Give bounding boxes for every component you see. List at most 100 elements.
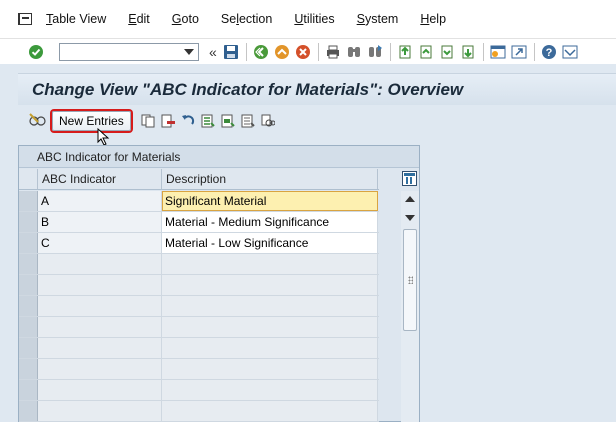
standard-toolbar: « ? bbox=[0, 38, 616, 64]
abc-indicator-cell[interactable] bbox=[38, 296, 162, 316]
menu-utilities[interactable]: Utilities bbox=[294, 12, 334, 26]
abc-indicator-cell[interactable] bbox=[38, 380, 162, 400]
save-icon[interactable] bbox=[223, 44, 239, 60]
abc-indicator-cell[interactable] bbox=[38, 338, 162, 358]
menu-bar: Table View Edit Goto Selection Utilities… bbox=[0, 0, 616, 38]
abc-indicator-cell[interactable] bbox=[38, 359, 162, 379]
row-selector[interactable] bbox=[19, 317, 38, 337]
empty-table-row bbox=[19, 338, 379, 359]
vertical-scrollbar[interactable] bbox=[401, 191, 419, 422]
enter-icon[interactable] bbox=[28, 44, 44, 60]
description-cell[interactable]: Significant Material bbox=[162, 191, 378, 211]
empty-table-row bbox=[19, 275, 379, 296]
toolbar-separator bbox=[482, 42, 484, 61]
column-header-abc-indicator[interactable]: ABC Indicator bbox=[38, 169, 162, 189]
copy-as-icon[interactable] bbox=[141, 114, 155, 128]
system-menu-icon[interactable] bbox=[18, 13, 32, 25]
column-header-description[interactable]: Description bbox=[162, 169, 378, 189]
empty-table-row bbox=[19, 254, 379, 275]
empty-table-row bbox=[19, 317, 379, 338]
shortcut-icon[interactable] bbox=[511, 44, 527, 60]
chevron-down-icon[interactable] bbox=[184, 48, 194, 55]
customize-layout-icon[interactable] bbox=[562, 44, 578, 60]
row-selector[interactable] bbox=[19, 254, 38, 274]
table-control: ABC Indicator for Materials ABC Indicato… bbox=[18, 145, 420, 422]
description-cell[interactable] bbox=[162, 275, 378, 295]
toolbar-separator bbox=[389, 42, 391, 61]
abc-indicator-cell[interactable] bbox=[38, 275, 162, 295]
menu-system[interactable]: System bbox=[357, 12, 399, 26]
table-body: A Significant Material B Material - Medium … bbox=[19, 191, 379, 422]
description-cell[interactable] bbox=[162, 359, 378, 379]
abc-indicator-cell[interactable]: A bbox=[38, 191, 162, 211]
first-page-icon[interactable] bbox=[397, 44, 413, 60]
description-cell[interactable]: Material - Medium Significance bbox=[162, 212, 378, 232]
description-cell[interactable] bbox=[162, 401, 378, 421]
toolbar-separator bbox=[533, 42, 535, 61]
description-cell[interactable] bbox=[162, 296, 378, 316]
select-all-rows-header[interactable] bbox=[19, 169, 38, 189]
cancel-icon[interactable] bbox=[295, 44, 311, 60]
description-cell[interactable] bbox=[162, 338, 378, 358]
row-selector[interactable] bbox=[19, 380, 38, 400]
row-selector[interactable] bbox=[19, 338, 38, 358]
table-row: B Material - Medium Significance bbox=[19, 212, 379, 233]
new-entries-button[interactable]: New Entries bbox=[52, 111, 131, 131]
description-cell[interactable] bbox=[162, 317, 378, 337]
new-entries-label: New Entries bbox=[59, 114, 124, 128]
menu-table-view[interactable]: Table View bbox=[46, 12, 106, 26]
scrollbar-thumb[interactable] bbox=[403, 229, 417, 331]
table-caption: ABC Indicator for Materials bbox=[19, 146, 419, 168]
print-icon[interactable] bbox=[325, 44, 341, 60]
table-header: ABC Indicator Description bbox=[19, 169, 379, 190]
last-page-icon[interactable] bbox=[460, 44, 476, 60]
delete-icon[interactable] bbox=[161, 114, 175, 128]
row-selector[interactable] bbox=[19, 191, 38, 211]
row-selector[interactable] bbox=[19, 359, 38, 379]
table-caption-text: ABC Indicator for Materials bbox=[37, 149, 181, 164]
table-row: A Significant Material bbox=[19, 191, 379, 212]
table-settings-icon[interactable] bbox=[402, 171, 417, 186]
collapse-command-field-icon[interactable]: « bbox=[209, 45, 217, 59]
exit-icon[interactable] bbox=[274, 44, 290, 60]
description-cell[interactable] bbox=[162, 254, 378, 274]
row-selector[interactable] bbox=[19, 212, 38, 232]
create-session-icon[interactable] bbox=[490, 44, 506, 60]
help-icon[interactable]: ? bbox=[541, 44, 557, 60]
deselect-all-icon[interactable] bbox=[241, 114, 255, 128]
svg-text:?: ? bbox=[545, 47, 552, 59]
menu-goto[interactable]: Goto bbox=[172, 12, 199, 26]
description-cell[interactable] bbox=[162, 380, 378, 400]
find-next-icon[interactable] bbox=[367, 44, 383, 60]
scroll-down-icon[interactable] bbox=[405, 215, 415, 221]
abc-indicator-cell[interactable]: C bbox=[38, 233, 162, 253]
command-field[interactable] bbox=[59, 42, 199, 61]
next-page-icon[interactable] bbox=[439, 44, 455, 60]
previous-page-icon[interactable] bbox=[418, 44, 434, 60]
scroll-up-icon[interactable] bbox=[405, 196, 415, 202]
find-icon[interactable] bbox=[346, 44, 362, 60]
empty-table-row bbox=[19, 401, 379, 422]
select-block-icon[interactable] bbox=[221, 114, 235, 128]
description-cell[interactable]: Material - Low Significance bbox=[162, 233, 378, 253]
menu-edit[interactable]: Edit bbox=[128, 12, 150, 26]
row-selector[interactable] bbox=[19, 296, 38, 316]
select-all-icon[interactable] bbox=[201, 114, 215, 128]
row-selector[interactable] bbox=[19, 401, 38, 421]
menu-help[interactable]: Help bbox=[420, 12, 446, 26]
display-change-icon[interactable] bbox=[28, 113, 46, 127]
mouse-cursor-icon bbox=[97, 128, 110, 146]
abc-indicator-cell[interactable] bbox=[38, 401, 162, 421]
undo-change-icon[interactable] bbox=[181, 114, 195, 128]
menu-selection[interactable]: Selection bbox=[221, 12, 272, 26]
abc-indicator-cell[interactable]: B bbox=[38, 212, 162, 232]
back-icon[interactable] bbox=[253, 44, 269, 60]
empty-table-row bbox=[19, 359, 379, 380]
variant-icon[interactable] bbox=[261, 114, 275, 128]
abc-indicator-cell[interactable] bbox=[38, 254, 162, 274]
row-selector[interactable] bbox=[19, 275, 38, 295]
abc-indicator-cell[interactable] bbox=[38, 317, 162, 337]
toolbar-separator bbox=[317, 42, 319, 61]
empty-table-row bbox=[19, 380, 379, 401]
row-selector[interactable] bbox=[19, 233, 38, 253]
